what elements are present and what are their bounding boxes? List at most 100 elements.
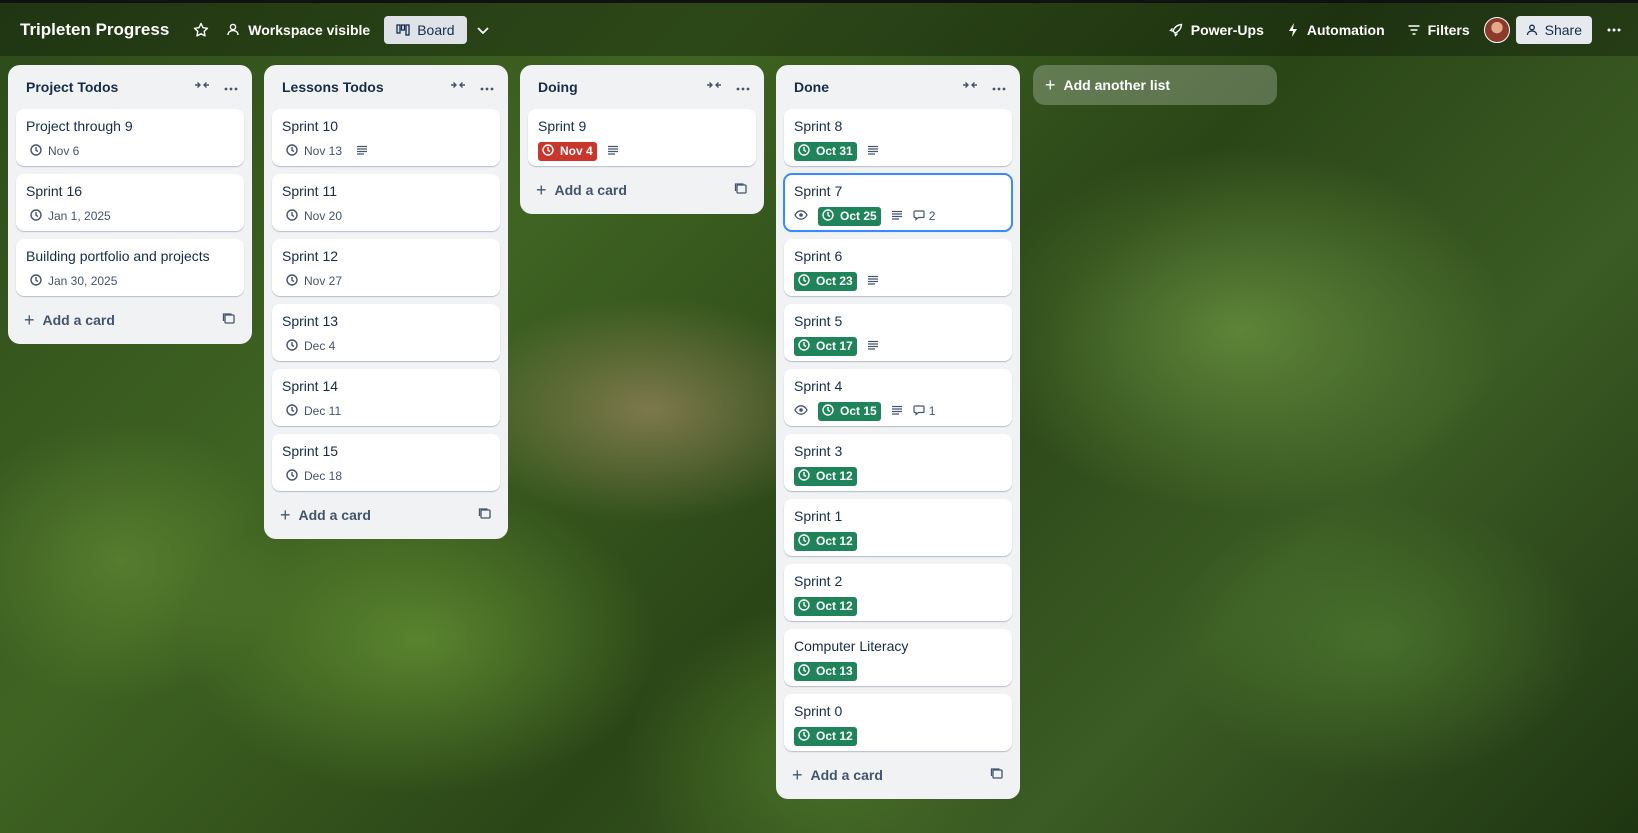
card[interactable]: Sprint 1 Oct 12 bbox=[784, 499, 1012, 556]
due-date-badge[interactable]: Oct 25 bbox=[818, 206, 881, 226]
card-badges: Nov 4 bbox=[538, 141, 746, 161]
due-date-badge[interactable]: Nov 4 bbox=[538, 141, 597, 161]
filters-button[interactable]: Filters bbox=[1399, 16, 1478, 44]
plus-icon: + bbox=[24, 309, 35, 330]
card-template-icon[interactable] bbox=[990, 767, 1004, 784]
list-title[interactable]: Project Todos bbox=[26, 79, 194, 95]
card-badges: Nov 27 bbox=[282, 271, 490, 291]
add-card-button[interactable]: + Add a card bbox=[16, 304, 244, 336]
card-template-icon[interactable] bbox=[222, 312, 236, 329]
add-card-label: Add a card bbox=[810, 767, 883, 783]
card-badges: Oct 12 bbox=[794, 531, 1002, 551]
due-date-badge[interactable]: Jan 1, 2025 bbox=[26, 207, 115, 226]
due-date-badge[interactable]: Oct 15 bbox=[818, 401, 881, 421]
card-template-icon[interactable] bbox=[478, 507, 492, 524]
card[interactable]: Sprint 12 Nov 27 bbox=[272, 239, 500, 296]
card[interactable]: Sprint 10 Nov 13 bbox=[272, 109, 500, 166]
visibility-button[interactable]: Workspace visible bbox=[217, 16, 378, 44]
card[interactable]: Computer Literacy Oct 13 bbox=[784, 629, 1012, 686]
due-date-badge[interactable]: Oct 12 bbox=[794, 596, 857, 616]
add-card-button[interactable]: + Add a card bbox=[528, 174, 756, 206]
member-avatar[interactable] bbox=[1483, 16, 1510, 43]
card[interactable]: Sprint 11 Nov 20 bbox=[272, 174, 500, 231]
clock-icon bbox=[798, 663, 810, 679]
card[interactable]: Project through 9 Nov 6 bbox=[16, 109, 244, 166]
board-view-button[interactable]: Board bbox=[384, 15, 467, 44]
card-title: Sprint 13 bbox=[282, 313, 339, 329]
power-ups-button[interactable]: Power-Ups bbox=[1160, 16, 1272, 44]
due-date-badge[interactable]: Nov 6 bbox=[26, 142, 83, 161]
add-card-label: Add a card bbox=[42, 312, 115, 328]
due-date-badge[interactable]: Oct 31 bbox=[794, 141, 857, 161]
due-date-badge[interactable]: Oct 12 bbox=[794, 531, 857, 551]
collapse-list-icon[interactable] bbox=[194, 78, 210, 96]
card-badges: Oct 12 bbox=[794, 726, 1002, 746]
clock-icon bbox=[286, 143, 298, 159]
card[interactable]: Sprint 15 Dec 18 bbox=[272, 434, 500, 491]
card[interactable]: Sprint 0 Oct 12 bbox=[784, 694, 1012, 751]
automation-button[interactable]: Automation bbox=[1278, 16, 1393, 44]
description-icon bbox=[891, 404, 903, 419]
clock-icon bbox=[286, 208, 298, 224]
due-date: Oct 12 bbox=[816, 599, 853, 613]
due-date-badge[interactable]: Dec 18 bbox=[282, 467, 346, 486]
add-card-label: Add a card bbox=[554, 182, 627, 198]
card[interactable]: Sprint 14 Dec 11 bbox=[272, 369, 500, 426]
collapse-list-icon[interactable] bbox=[962, 78, 978, 96]
due-date-badge[interactable]: Nov 27 bbox=[282, 272, 346, 291]
list-menu-icon[interactable] bbox=[224, 78, 238, 96]
due-date-badge[interactable]: Oct 12 bbox=[794, 466, 857, 486]
card[interactable]: Sprint 9 Nov 4 bbox=[528, 109, 756, 166]
card[interactable]: Sprint 16 Jan 1, 2025 bbox=[16, 174, 244, 231]
list-menu-icon[interactable] bbox=[992, 78, 1006, 96]
card[interactable]: Sprint 13 Dec 4 bbox=[272, 304, 500, 361]
card[interactable]: Sprint 6 Oct 23 bbox=[784, 239, 1012, 296]
add-card-button[interactable]: + Add a card bbox=[784, 759, 1012, 791]
due-date-badge[interactable]: Oct 13 bbox=[794, 661, 857, 681]
card[interactable]: Sprint 7 Oct 25 2 bbox=[783, 173, 1013, 232]
card-template-icon[interactable] bbox=[734, 182, 748, 199]
add-another-list-button[interactable]: + Add another list bbox=[1033, 65, 1277, 105]
board-view-label: Board bbox=[417, 21, 455, 38]
list-menu-icon[interactable] bbox=[480, 78, 494, 96]
due-date: Nov 13 bbox=[304, 144, 343, 158]
list-header: Lessons Todos bbox=[272, 65, 500, 109]
card[interactable]: Sprint 5 Oct 17 bbox=[784, 304, 1012, 361]
due-date-badge[interactable]: Nov 20 bbox=[282, 207, 346, 226]
card[interactable]: Sprint 2 Oct 12 bbox=[784, 564, 1012, 621]
card[interactable]: Sprint 8 Oct 31 bbox=[784, 109, 1012, 166]
due-date-badge[interactable]: Oct 12 bbox=[794, 726, 857, 746]
add-card-button[interactable]: + Add a card bbox=[272, 499, 500, 531]
due-date-badge[interactable]: Oct 23 bbox=[794, 271, 857, 291]
board-menu-button[interactable] bbox=[1598, 16, 1630, 44]
card[interactable]: Building portfolio and projects Jan 30, 2… bbox=[16, 239, 244, 296]
due-date-badge[interactable]: Dec 4 bbox=[282, 337, 339, 356]
due-date: Oct 31 bbox=[816, 144, 853, 158]
due-date-badge[interactable]: Nov 13 bbox=[282, 142, 346, 161]
card-badges: Oct 17 bbox=[794, 336, 1002, 356]
due-date: Oct 12 bbox=[816, 469, 853, 483]
star-icon bbox=[193, 22, 209, 38]
collapse-list-icon[interactable] bbox=[706, 78, 722, 96]
due-date: Oct 12 bbox=[816, 729, 853, 743]
board-title[interactable]: Tripleten Progress bbox=[20, 20, 169, 40]
plus-icon: + bbox=[1045, 74, 1056, 95]
plus-icon: + bbox=[792, 764, 803, 785]
due-date-badge[interactable]: Oct 17 bbox=[794, 336, 857, 356]
view-switcher-button[interactable] bbox=[467, 16, 499, 44]
list-menu-icon[interactable] bbox=[736, 78, 750, 96]
share-button[interactable]: Share bbox=[1515, 15, 1592, 44]
star-button[interactable] bbox=[185, 16, 217, 44]
list-title[interactable]: Done bbox=[794, 79, 962, 95]
card[interactable]: Sprint 3 Oct 12 bbox=[784, 434, 1012, 491]
list-title[interactable]: Doing bbox=[538, 79, 706, 95]
list-title[interactable]: Lessons Todos bbox=[282, 79, 450, 95]
card-badges: Nov 13 bbox=[282, 141, 490, 161]
due-date: Dec 18 bbox=[304, 469, 343, 483]
collapse-list-icon[interactable] bbox=[450, 78, 466, 96]
due-date-badge[interactable]: Dec 11 bbox=[282, 402, 345, 421]
due-date-badge[interactable]: Jan 30, 2025 bbox=[26, 272, 121, 291]
clock-icon bbox=[286, 338, 298, 354]
card[interactable]: Sprint 4 Oct 15 1 bbox=[784, 369, 1012, 426]
card-title: Sprint 0 bbox=[794, 703, 843, 719]
